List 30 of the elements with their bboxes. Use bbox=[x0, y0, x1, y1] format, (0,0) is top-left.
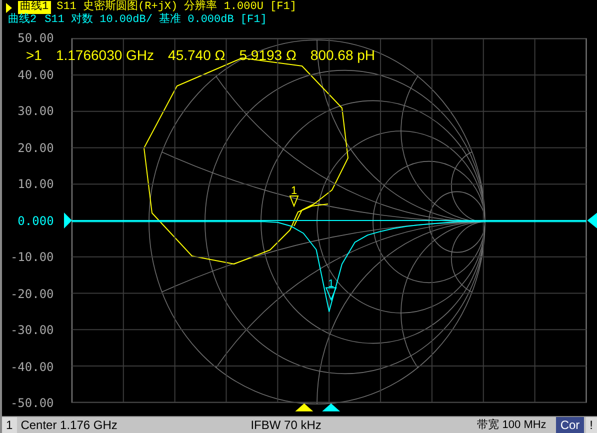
y-axis-label: 0.000 bbox=[18, 214, 54, 228]
warning-indicator[interactable]: ! bbox=[586, 417, 597, 433]
center-frequency: Center 1.176 GHz bbox=[20, 417, 118, 433]
y-axis-label: 40.00 bbox=[18, 68, 54, 82]
stimulus-marker-icon[interactable] bbox=[322, 403, 340, 412]
reference-right-icon[interactable] bbox=[587, 212, 597, 228]
stimulus-marker-icon[interactable] bbox=[295, 403, 313, 412]
y-axis-label: 30.00 bbox=[18, 104, 54, 118]
trace-settings: S11 对数 10.00dB/ 基准 0.000dB [F1] bbox=[44, 14, 267, 27]
correction-indicator[interactable]: Cor bbox=[556, 417, 584, 433]
y-axis-label: 20.00 bbox=[18, 140, 54, 154]
y-axis-label: -20.00 bbox=[10, 286, 54, 300]
reference-left-icon[interactable] bbox=[64, 212, 72, 228]
trace-tab[interactable]: 曲线2 bbox=[6, 14, 39, 27]
ifbw-setting: IFBW 70 kHz bbox=[250, 417, 322, 433]
trace-settings: S11 史密斯圆图(R+jX) 分辨率 1.000U [F1] bbox=[56, 1, 296, 13]
marker-readout: 5.9193 Ω bbox=[239, 47, 296, 63]
y-axis-label: 10.00 bbox=[18, 177, 54, 191]
marker-readout: 1.1766030 GHz bbox=[56, 47, 154, 63]
marker-readout: 800.68 pH bbox=[310, 47, 376, 63]
marker-readout: >1 bbox=[26, 47, 42, 63]
y-axis-label: -40.00 bbox=[10, 360, 54, 374]
y-axis-label: -30.00 bbox=[10, 323, 54, 337]
y-axis-label: -50.00 bbox=[10, 396, 54, 410]
y-axis-label: -10.00 bbox=[10, 250, 54, 264]
marker-readout: 45.740 Ω bbox=[168, 47, 226, 63]
y-axis-label: 50.00 bbox=[18, 31, 54, 45]
selection-arrow-icon bbox=[6, 2, 12, 12]
bandwidth-setting: 带宽 100 MHz bbox=[477, 418, 546, 433]
channel-number[interactable]: 1 bbox=[2, 417, 17, 433]
